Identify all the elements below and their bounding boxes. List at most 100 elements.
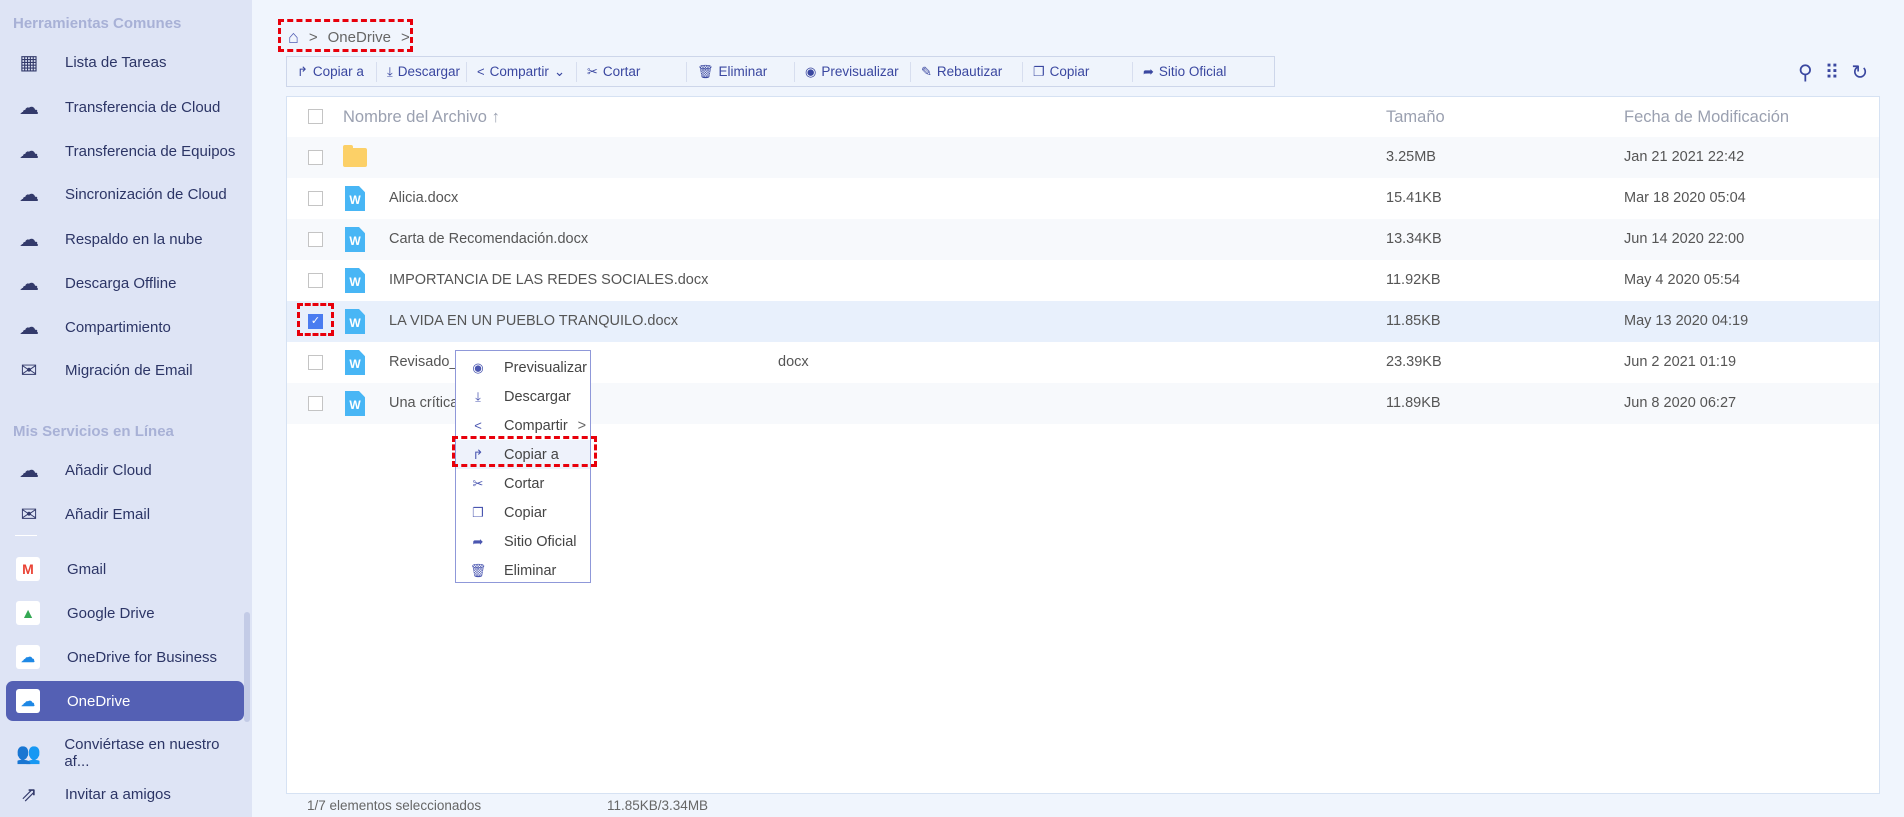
sidebar-item-transferencia-de-equipos[interactable]: ☁ Transferencia de Equipos (6, 131, 244, 171)
sidebar-item-label: Respaldo en la nube (65, 230, 203, 248)
file-name[interactable]: Revisado_ (389, 342, 458, 383)
sidebar-scrollbar[interactable] (244, 612, 250, 722)
breadcrumb-separator: > (308, 29, 318, 46)
table-row[interactable]: W IMPORTANCIA DE LAS REDES SOCIALES.docx 1… (287, 260, 1879, 301)
sidebar-item-descarga-offline[interactable]: ☁ Descarga Offline (6, 263, 244, 303)
sidebar-item-label: Compartimiento (65, 318, 171, 336)
context-menu-copiar-a[interactable]: ↱ Copiar a (456, 440, 590, 469)
view-tools: ⚲ ⠿ ↻ (1798, 60, 1868, 85)
sidebar-item-respaldo-en-la-nube[interactable]: ☁ Respaldo en la nube (6, 219, 244, 259)
sidebar-item-label: OneDrive (67, 692, 131, 710)
affiliate-users-icon: 👥 (16, 742, 42, 765)
sidebar-item-label: Migración de Email (65, 361, 193, 379)
sidebar-item-onedrive-for-business[interactable]: ☁ OneDrive for Business (6, 637, 244, 677)
toolbar-cortar-button[interactable]: ✂ Cortar (577, 61, 687, 82)
external-share-icon: ➦ (1143, 63, 1154, 79)
trash-icon: 🗑 (469, 562, 487, 578)
file-name[interactable]: IMPORTANCIA DE LAS REDES SOCIALES.docx (389, 260, 708, 301)
breadcrumb: ⌂ > OneDrive > (288, 27, 410, 48)
file-size: 11.89KB (1386, 395, 1441, 411)
sidebar-item-sincronizaci-n-de-cloud[interactable]: ☁ Sincronización de Cloud (6, 174, 244, 214)
file-name[interactable]: LA VIDA EN UN PUEBLO TRANQUILO.docx (389, 301, 678, 342)
word-doc-icon: W (345, 350, 365, 375)
table-row[interactable]: W Carta de Recomendación.docx 13.34KB Jun 1… (287, 219, 1879, 260)
sidebar-item-onedrive[interactable]: ☁ OneDrive (6, 681, 244, 721)
sidebar-item-transferencia-de-cloud[interactable]: ☁ Transferencia de Cloud (6, 87, 244, 127)
toolbar-descargar-button[interactable]: ⤓ Descargar (377, 61, 467, 82)
context-menu-cortar[interactable]: ✂ Cortar (456, 469, 590, 498)
file-name[interactable]: Carta de Recomendación.docx (389, 219, 588, 260)
selection-size: 11.85KB/3.34MB (607, 798, 709, 813)
menu-label: Previsualizar (504, 359, 587, 376)
column-header-date[interactable]: Fecha de Modificación (1624, 97, 1789, 137)
file-name[interactable]: Alicia.docx (389, 178, 458, 219)
table-row[interactable]: ✓ W LA VIDA EN UN PUEBLO TRANQUILO.docx 11.… (287, 301, 1879, 342)
toolbar-compartir-button[interactable]: < Compartir ⌄ (467, 61, 577, 82)
context-menu-previsualizar[interactable]: ◉ Previsualizar (456, 353, 590, 382)
file-name[interactable]: Una crítica (389, 383, 458, 424)
sidebar-item-gmail[interactable]: M Gmail (6, 549, 244, 589)
word-doc-icon: W (345, 227, 365, 252)
toolbar-previsualizar-button[interactable]: ◉ Previsualizar (795, 61, 911, 82)
home-icon[interactable]: ⌂ (288, 27, 299, 48)
column-header-size[interactable]: Tamaño (1386, 97, 1445, 137)
table-row[interactable]: W Alicia.docx 15.41KB Mar 18 2020 05:04 (287, 178, 1879, 219)
context-menu-descargar[interactable]: ⤓ Descargar (456, 382, 590, 411)
table-header: Nombre del Archivo ↑ Tamaño Fecha de Mod… (287, 97, 1879, 137)
row-checkbox[interactable] (308, 396, 323, 411)
menu-label: Descargar (504, 388, 571, 405)
row-checkbox[interactable]: ✓ (308, 314, 323, 329)
file-date: Jan 21 2021 22:42 (1624, 149, 1745, 165)
file-date: Jun 8 2020 06:27 (1624, 395, 1737, 411)
chevron-right-icon: > (577, 417, 587, 434)
sidebar-item-label: Lista de Tareas (65, 53, 167, 71)
add-cloud-icon: ☁ (19, 459, 39, 482)
toolbar-copiar-button[interactable]: ❐ Copiar (1023, 61, 1133, 82)
context-menu-compartir[interactable]: < Compartir > (456, 411, 590, 440)
column-header-name[interactable]: Nombre del Archivo ↑ (343, 97, 500, 137)
sidebar-item-convi-rtase-en-nuestro-af-[interactable]: 👥 Conviértase en nuestro af... (6, 733, 244, 773)
search-icon[interactable]: ⚲ (1798, 60, 1813, 85)
sidebar-item-google-drive[interactable]: ▲ Google Drive (6, 593, 244, 633)
toolbar-label: Rebautizar (936, 64, 1003, 79)
sidebar-item-label: Sincronización de Cloud (65, 185, 227, 203)
toolbar-label: Copiar a (312, 64, 364, 79)
file-size: 23.39KB (1386, 354, 1442, 370)
external-share-icon: ➦ (472, 533, 484, 549)
row-checkbox[interactable] (308, 273, 323, 288)
word-doc-icon: W (345, 391, 365, 416)
copy-icon: ❐ (1033, 63, 1045, 79)
sidebar-item-a-adir-cloud[interactable]: ☁ Añadir Cloud (6, 450, 244, 490)
context-menu-copiar[interactable]: ❐ Copiar (456, 498, 590, 527)
sidebar-item-migraci-n-de-email[interactable]: ✉ Migración de Email (6, 350, 244, 390)
sidebar-item-invitar-a-amigos[interactable]: ⇗ Invitar a amigos (6, 774, 244, 814)
sidebar-item-compartimiento[interactable]: ☁ Compartimiento (6, 307, 244, 347)
sidebar-item-label: Transferencia de Equipos (65, 142, 236, 160)
toolbar-rebautizar-button[interactable]: ✎ Rebautizar (911, 61, 1023, 82)
file-name-tail: docx (778, 354, 809, 370)
context-menu-sitio-oficial[interactable]: ➦ Sitio Oficial (456, 527, 590, 556)
toolbar-eliminar-button[interactable]: 🗑 Eliminar (687, 61, 795, 82)
pencil-icon: ✎ (921, 63, 932, 79)
row-checkbox[interactable] (308, 232, 323, 247)
context-menu-eliminar[interactable]: 🗑 Eliminar (456, 556, 590, 585)
refresh-icon[interactable]: ↻ (1851, 60, 1868, 85)
sidebar-item-a-adir-email[interactable]: ✉ Añadir Email (6, 494, 244, 534)
file-date: Mar 18 2020 05:04 (1624, 190, 1746, 206)
onedrive-icon: ☁ (16, 689, 40, 713)
toolbar-label: Eliminar (718, 64, 768, 79)
toolbar-label: Previsualizar (821, 64, 899, 79)
grid-view-icon[interactable]: ⠿ (1825, 60, 1840, 85)
select-all-checkbox[interactable] (308, 109, 323, 124)
toolbar: ↱ Copiar a ⤓ Descargar < Compartir ⌄ ✂ Cortar 🗑 El… (286, 56, 1275, 87)
sidebar-item-lista-de-tareas[interactable]: ▦ Lista de Tareas (6, 42, 244, 82)
toolbar-copiar-a-button[interactable]: ↱ Copiar a (287, 61, 377, 82)
file-size: 11.92KB (1386, 272, 1441, 288)
breadcrumb-onedrive[interactable]: OneDrive (328, 29, 391, 46)
email-migration-icon: ✉ (20, 359, 38, 382)
row-checkbox[interactable] (308, 150, 323, 165)
row-checkbox[interactable] (308, 191, 323, 206)
toolbar-sitio-oficial-button[interactable]: ➦ Sitio Oficial (1133, 62, 1243, 82)
table-row[interactable]: 3.25MB Jan 21 2021 22:42 (287, 137, 1879, 178)
row-checkbox[interactable] (308, 355, 323, 370)
